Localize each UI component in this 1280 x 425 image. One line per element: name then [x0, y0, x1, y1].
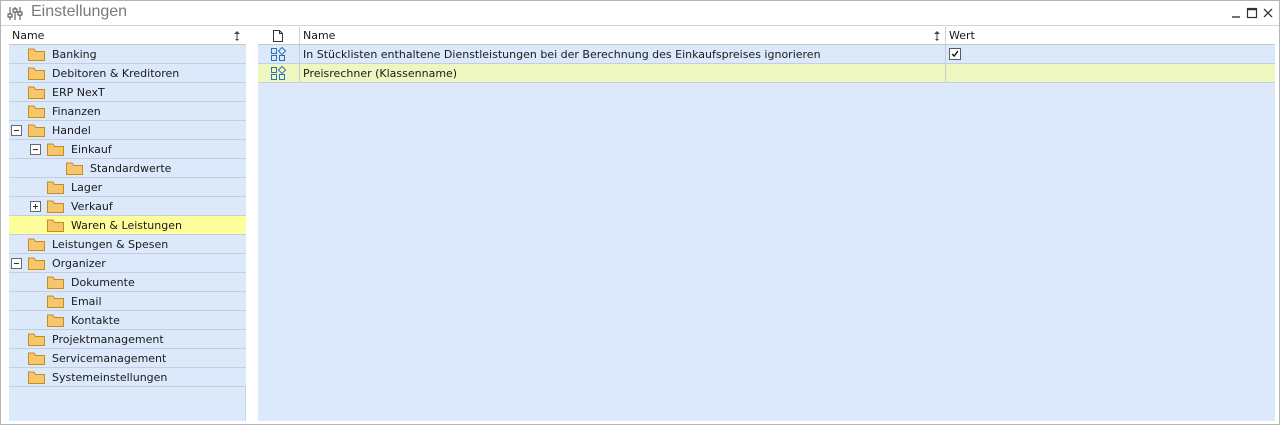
folder-icon — [28, 67, 45, 80]
window-title: Einstellungen — [31, 3, 128, 20]
folder-icon — [47, 200, 64, 213]
table-row[interactable]: In Stücklisten enthaltene Dienstleistung… — [258, 45, 1275, 64]
folder-icon — [47, 314, 64, 327]
tree-item-label: Banking — [52, 48, 97, 61]
folder-icon — [47, 181, 64, 194]
table-row[interactable]: Preisrechner (Klassenname) — [258, 64, 1275, 83]
document-icon[interactable] — [273, 30, 283, 42]
tree-item-organizer[interactable]: Organizer — [9, 254, 246, 273]
folder-icon — [47, 295, 64, 308]
settings-window: Einstellungen Name Banking Debitoren & K… — [0, 0, 1280, 425]
grid-column-header: Name Wert — [258, 27, 1275, 45]
folder-icon — [28, 105, 45, 118]
setting-blocks-icon — [271, 66, 286, 80]
tree-item-leistungen-spesen[interactable]: Leistungen & Spesen — [9, 235, 246, 254]
settings-sliders-icon — [7, 7, 23, 20]
folder-icon — [28, 352, 45, 365]
folder-icon — [28, 86, 45, 99]
folder-icon — [28, 257, 45, 270]
settings-grid[interactable]: Name Wert In Stücklisten enthaltene Dien… — [258, 27, 1275, 421]
folder-icon — [47, 276, 64, 289]
tree-column-header[interactable]: Name — [9, 27, 246, 45]
tree-item-banking[interactable]: Banking — [9, 45, 246, 64]
title-bar: Einstellungen — [1, 1, 1279, 26]
collapse-icon[interactable] — [11, 125, 22, 136]
folder-icon — [47, 143, 64, 156]
folder-icon — [28, 333, 45, 346]
folder-icon — [66, 162, 83, 175]
collapse-icon[interactable] — [11, 258, 22, 269]
category-tree[interactable]: Name Banking Debitoren & Kreditoren ERP … — [9, 27, 246, 421]
tree-item-label: Leistungen & Spesen — [52, 238, 169, 251]
minimize-button[interactable] — [1229, 6, 1243, 20]
tree-item-label: Email — [71, 295, 102, 308]
folder-icon — [28, 238, 45, 251]
column-separator[interactable] — [299, 27, 300, 45]
column-separator[interactable] — [945, 27, 946, 45]
cell-divider — [945, 45, 946, 64]
tree-item-lager[interactable]: Lager — [9, 178, 246, 197]
tree-item-label: Einkauf — [71, 143, 112, 156]
tree-item-label: Projektmanagement — [52, 333, 164, 346]
folder-icon — [28, 371, 45, 384]
cell-divider — [299, 45, 300, 64]
tree-item-systemeinstellungen[interactable]: Systemeinstellungen — [9, 368, 246, 387]
collapse-icon[interactable] — [30, 144, 41, 155]
tree-item-label: Waren & Leistungen — [71, 219, 182, 232]
sort-icon[interactable] — [233, 30, 241, 42]
tree-item-standardwerte[interactable]: Standardwerte — [9, 159, 246, 178]
expand-icon[interactable] — [30, 201, 41, 212]
sort-icon[interactable] — [933, 30, 941, 42]
cell-divider — [299, 64, 300, 83]
folder-icon — [28, 48, 45, 61]
tree-item-label: Dokumente — [71, 276, 135, 289]
folder-icon — [28, 124, 45, 137]
tree-item-einkauf[interactable]: Einkauf — [9, 140, 246, 159]
column-header-name[interactable]: Name — [303, 29, 335, 42]
cell-divider — [945, 64, 946, 83]
tree-item-label: Systemeinstellungen — [52, 371, 168, 384]
tree-item-servicemanagement[interactable]: Servicemanagement — [9, 349, 246, 368]
tree-item-debitoren-kreditoren[interactable]: Debitoren & Kreditoren — [9, 64, 246, 83]
tree-item-label: Finanzen — [52, 105, 101, 118]
column-header-wert[interactable]: Wert — [949, 29, 975, 42]
tree-item-label: Organizer — [52, 257, 106, 270]
tree-item-erp-next[interactable]: ERP NexT — [9, 83, 246, 102]
setting-name: In Stücklisten enthaltene Dienstleistung… — [303, 48, 821, 61]
tree-item-handel[interactable]: Handel — [9, 121, 246, 140]
tree-item-label: Kontakte — [71, 314, 120, 327]
tree-item-verkauf[interactable]: Verkauf — [9, 197, 246, 216]
tree-item-kontakte[interactable]: Kontakte — [9, 311, 246, 330]
tree-item-finanzen[interactable]: Finanzen — [9, 102, 246, 121]
tree-item-label: Lager — [71, 181, 103, 194]
tree-item-label: Standardwerte — [90, 162, 172, 175]
value-checkbox[interactable] — [949, 48, 961, 60]
tree-item-label: Handel — [52, 124, 91, 137]
tree-item-projektmanagement[interactable]: Projektmanagement — [9, 330, 246, 349]
tree-header-label: Name — [12, 29, 45, 42]
tree-item-dokumente[interactable]: Dokumente — [9, 273, 246, 292]
tree-item-label: Verkauf — [71, 200, 113, 213]
tree-item-label: ERP NexT — [52, 86, 105, 99]
tree-item-email[interactable]: Email — [9, 292, 246, 311]
tree-item-label: Debitoren & Kreditoren — [52, 67, 180, 80]
tree-item-label: Servicemanagement — [52, 352, 167, 365]
folder-icon — [47, 219, 64, 232]
tree-item-waren-leistungen[interactable]: Waren & Leistungen — [9, 216, 246, 235]
setting-blocks-icon — [271, 47, 286, 61]
maximize-button[interactable] — [1245, 6, 1259, 20]
setting-name: Preisrechner (Klassenname) — [303, 67, 458, 80]
close-button[interactable] — [1261, 6, 1275, 20]
